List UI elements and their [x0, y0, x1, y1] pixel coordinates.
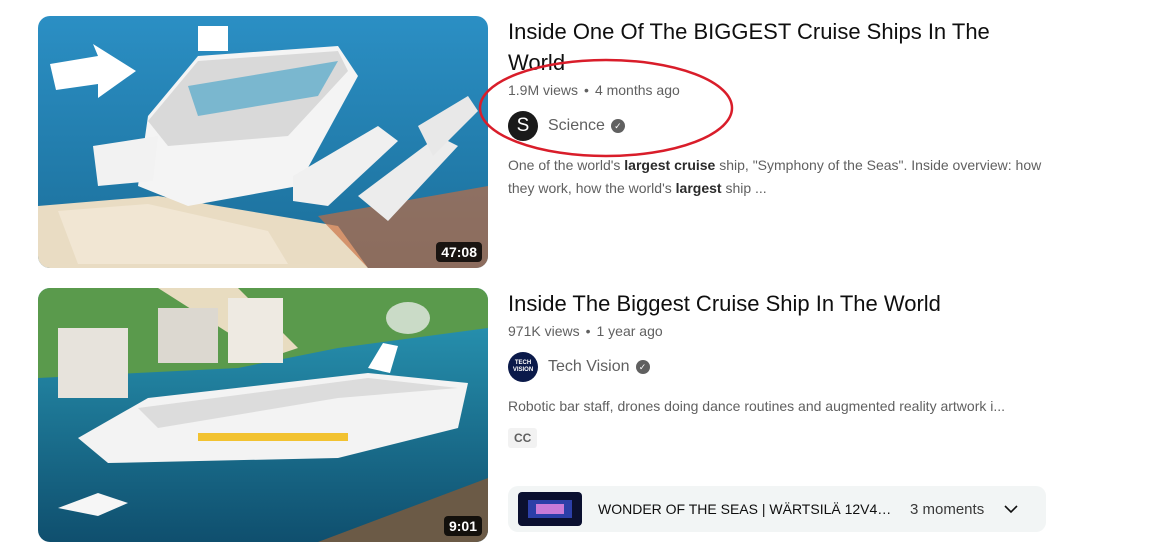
- video-title[interactable]: Inside One Of The BIGGEST Cruise Ships I…: [508, 16, 1018, 78]
- moment-thumbnail[interactable]: [518, 492, 582, 526]
- meta-separator: •: [584, 82, 589, 98]
- channel-name[interactable]: Science: [548, 117, 605, 135]
- video-meta: 1.9M views • 4 months ago: [508, 80, 1048, 100]
- description-text: One of the world's: [508, 157, 625, 173]
- view-count: 971K views: [508, 323, 580, 339]
- thumbnail-image: [38, 288, 488, 542]
- video-description: Robotic bar staff, drones doing dance ro…: [508, 398, 1006, 414]
- video-result[interactable]: 47:08 Inside One Of The BIGGEST Cruise S…: [38, 16, 1048, 268]
- key-moments-bar[interactable]: WONDER OF THE SEAS | WÄRTSILÄ 12V46... 3…: [508, 486, 1046, 532]
- description-highlight: largest: [675, 180, 722, 196]
- chevron-down-icon[interactable]: [1002, 500, 1020, 518]
- cc-badge: CC: [508, 428, 538, 448]
- video-result[interactable]: 9:01 Inside The Biggest Cruise Ship In T…: [38, 288, 1048, 542]
- view-count: 1.9M views: [508, 82, 579, 98]
- channel-row[interactable]: S Science ✓: [508, 110, 1048, 142]
- upload-age: 4 months ago: [594, 82, 680, 98]
- channel-avatar[interactable]: S: [508, 111, 538, 141]
- video-meta: 971K views • 1 year ago: [508, 321, 1048, 341]
- meta-separator: •: [585, 323, 591, 339]
- video-thumbnail[interactable]: 47:08: [38, 16, 488, 268]
- moment-title[interactable]: WONDER OF THE SEAS | WÄRTSILÄ 12V46...: [598, 501, 896, 517]
- verified-icon: ✓: [610, 119, 625, 133]
- channel-name[interactable]: Tech Vision: [548, 358, 630, 376]
- video-duration: 47:08: [436, 242, 482, 262]
- thumbnail-image: [38, 16, 488, 268]
- video-duration: 9:01: [443, 516, 482, 536]
- video-title[interactable]: Inside The Biggest Cruise Ship In The Wo…: [508, 288, 1018, 319]
- verified-icon: ✓: [635, 360, 650, 374]
- video-description: One of the world's largest cruise ship, …: [508, 154, 1048, 200]
- description-highlight: largest cruise: [624, 157, 716, 173]
- video-info: Inside The Biggest Cruise Ship In The Wo…: [508, 288, 1048, 532]
- video-info: Inside One Of The BIGGEST Cruise Ships I…: [508, 16, 1048, 200]
- description-text: ship ...: [721, 180, 767, 196]
- moments-count[interactable]: 3 moments: [910, 501, 984, 518]
- channel-row[interactable]: TECH VISION Tech Vision ✓: [508, 351, 1048, 383]
- video-thumbnail[interactable]: 9:01: [38, 288, 488, 542]
- channel-avatar[interactable]: TECH VISION: [508, 352, 538, 382]
- upload-age: 1 year ago: [596, 323, 663, 339]
